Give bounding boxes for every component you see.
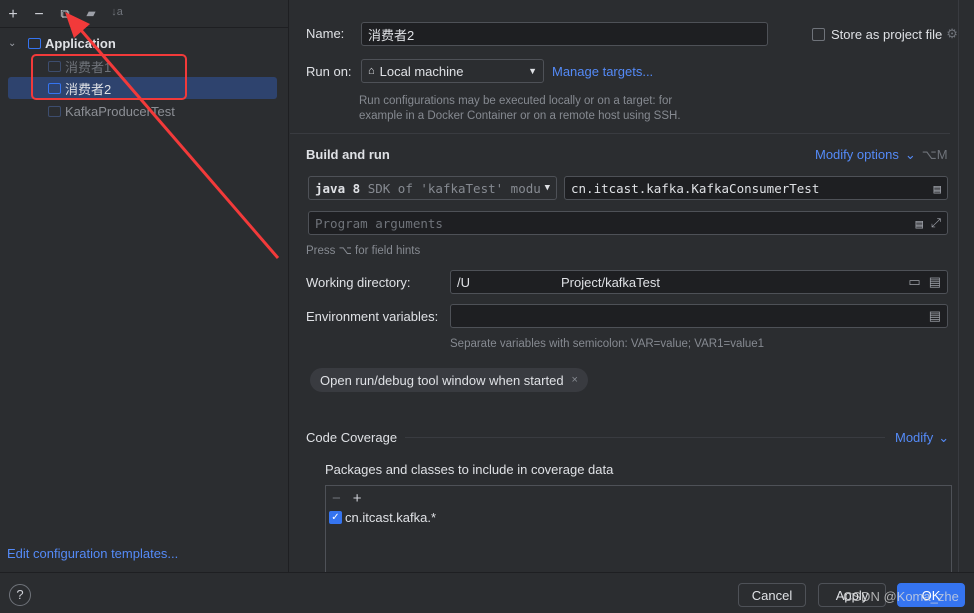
annotation-arrow bbox=[65, 12, 280, 259]
env-input[interactable]: ▤ bbox=[450, 304, 948, 328]
coverage-title: Code Coverage bbox=[306, 430, 398, 445]
edit-templates-link[interactable]: Edit configuration templates... bbox=[7, 546, 178, 561]
chip-label: Open run/debug tool window when started bbox=[320, 372, 564, 388]
build-run-title: Build and run bbox=[306, 147, 390, 162]
folder-icon[interactable]: ▭ bbox=[908, 274, 920, 290]
home-icon: ⌂ bbox=[368, 65, 375, 77]
coverage-item[interactable]: ✓ cn.itcast.kafka.* bbox=[326, 510, 951, 525]
remove-icon[interactable]: − bbox=[332, 490, 341, 507]
run-on-select[interactable]: ⌂ Local machine ▼ bbox=[361, 59, 544, 83]
env-label: Environment variables: bbox=[306, 309, 439, 324]
list-icon[interactable]: ▤ bbox=[929, 308, 941, 324]
run-on-value: Local machine bbox=[379, 63, 464, 79]
dropdown-icon: ▼ bbox=[544, 183, 550, 193]
manage-targets-link[interactable]: Manage targets... bbox=[552, 64, 653, 79]
modify-options-label: Modify options bbox=[815, 147, 899, 162]
divider bbox=[290, 133, 950, 134]
expand-icon[interactable]: ⤢ bbox=[931, 215, 941, 231]
config-tree-panel: + − ⧉ ▰ ↓a ⌄ Application 消费者1 消费者2 Kafka… bbox=[0, 0, 289, 572]
config-form: Name: 消费者2 Store as project file ⚙ Run o… bbox=[290, 0, 974, 572]
add-icon[interactable]: + bbox=[353, 490, 362, 507]
workdir-label: Working directory: bbox=[306, 275, 411, 290]
run-on-hint: Run configurations may be executed local… bbox=[359, 95, 681, 122]
chevron-down-icon: ⌄ bbox=[904, 147, 916, 162]
workdir-value: /U Project/kafkaTest bbox=[457, 274, 660, 290]
run-on-label: Run on: bbox=[306, 64, 352, 79]
remove-icon[interactable]: − bbox=[30, 6, 48, 24]
jdk-select[interactable]: java 8 SDK of 'kafkaTest' modu ▼ bbox=[308, 176, 557, 200]
option-chip[interactable]: Open run/debug tool window when started × bbox=[310, 368, 588, 392]
store-label: Store as project file bbox=[831, 26, 943, 42]
checkbox-icon bbox=[812, 27, 825, 41]
modify-label: Modify bbox=[895, 430, 934, 445]
add-icon[interactable]: + bbox=[4, 6, 22, 24]
chevron-down-icon: ⌄ bbox=[8, 37, 17, 49]
name-value: 消费者2 bbox=[368, 27, 415, 43]
list-icon[interactable]: ▤ bbox=[929, 274, 941, 290]
jdk-desc: SDK of 'kafkaTest' modu bbox=[367, 180, 541, 196]
watermark: CSDN @Koma_zhe bbox=[843, 589, 959, 604]
chevron-down-icon: ⌄ bbox=[938, 430, 950, 445]
name-label: Name: bbox=[306, 26, 345, 41]
close-icon[interactable]: × bbox=[572, 374, 578, 386]
divider bbox=[405, 437, 885, 438]
coverage-list: − + ✓ cn.itcast.kafka.* bbox=[325, 485, 952, 572]
jdk-version: java 8 bbox=[315, 180, 361, 196]
scrollbar[interactable] bbox=[958, 0, 974, 572]
coverage-item-label: cn.itcast.kafka.* bbox=[345, 510, 437, 525]
help-button[interactable]: ? bbox=[9, 584, 31, 606]
cancel-button[interactable]: Cancel bbox=[738, 583, 806, 607]
coverage-modify-button[interactable]: Modify ⌄ bbox=[895, 430, 949, 446]
shortcut: ⌥M bbox=[921, 147, 948, 162]
program-arguments-input[interactable]: Program arguments ▤ ⤢ bbox=[308, 211, 948, 235]
field-hints: Press ⌥ for field hints bbox=[306, 245, 421, 257]
modify-options-button[interactable]: Modify options ⌄ ⌥M bbox=[815, 147, 948, 163]
placeholder: Program arguments bbox=[315, 215, 443, 231]
list-icon[interactable]: ▤ bbox=[915, 216, 923, 231]
env-hint: Separate variables with semicolon: VAR=v… bbox=[450, 338, 765, 350]
coverage-subtitle: Packages and classes to include in cover… bbox=[325, 462, 614, 477]
main-class-value: cn.itcast.kafka.KafkaConsumerTest bbox=[571, 180, 820, 196]
store-project-checkbox[interactable]: Store as project file ⚙ bbox=[812, 26, 958, 42]
browse-icon[interactable]: ▤ bbox=[933, 181, 941, 196]
name-input[interactable]: 消费者2 bbox=[361, 22, 768, 46]
checkbox-checked-icon[interactable]: ✓ bbox=[329, 511, 342, 524]
main-class-input[interactable]: cn.itcast.kafka.KafkaConsumerTest ▤ bbox=[564, 176, 948, 200]
application-icon bbox=[28, 37, 41, 49]
workdir-input[interactable]: /U Project/kafkaTest ▭ ▤ bbox=[450, 270, 948, 294]
dialog-footer: ? Cancel Apply OK CSDN @Koma_zhe bbox=[0, 572, 974, 613]
dropdown-icon: ▼ bbox=[528, 66, 537, 76]
gear-icon: ⚙ bbox=[946, 26, 958, 41]
